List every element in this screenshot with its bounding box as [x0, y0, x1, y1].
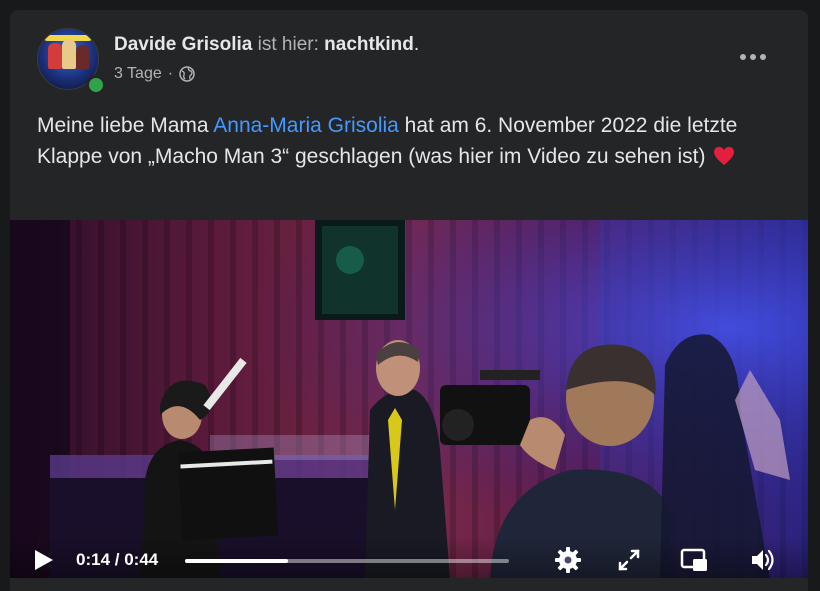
video-time: 0:14 / 0:44 — [76, 550, 158, 570]
progress-bar[interactable] — [185, 559, 509, 563]
progress-fill — [185, 559, 289, 563]
video-player[interactable]: 0:14 / 0:44 — [10, 220, 808, 578]
meta-separator: · — [167, 65, 174, 82]
online-status-indicator — [86, 75, 106, 95]
settings-icon[interactable] — [553, 545, 583, 575]
checkin-text: ist hier: — [257, 34, 319, 55]
globe-icon[interactable] — [179, 66, 195, 82]
mention-link[interactable]: Anna-Maria Grisolia — [213, 114, 399, 137]
volume-icon[interactable] — [748, 545, 778, 575]
current-time: 0:14 — [76, 550, 111, 569]
heart-icon — [714, 146, 735, 166]
more-dot-icon — [760, 54, 766, 60]
video-controls: 0:14 / 0:44 — [10, 536, 808, 578]
post-header: Davide Grisolia ist hier: nachtkind. 3 T… — [10, 10, 808, 110]
place-suffix: . — [413, 34, 420, 55]
post-timestamp[interactable]: 3 Tage — [114, 65, 162, 83]
post-card: Davide Grisolia ist hier: nachtkind. 3 T… — [10, 10, 808, 591]
post-footer-edge — [10, 578, 808, 591]
checkin-place[interactable]: nachtkind — [324, 34, 414, 55]
play-icon[interactable] — [32, 548, 56, 572]
duration: 0:44 — [124, 550, 159, 569]
post-text-part1: Meine liebe Mama — [37, 114, 214, 137]
fullscreen-icon[interactable] — [614, 545, 644, 575]
picture-in-picture-icon[interactable] — [679, 545, 709, 575]
post-text: Meine liebe Mama Anna-Maria Grisolia hat… — [37, 110, 787, 172]
time-separator: / — [110, 550, 125, 569]
more-options-button[interactable] — [733, 45, 773, 69]
author-name[interactable]: Davide Grisolia — [114, 34, 252, 55]
post-author-line: Davide Grisolia ist hier: nachtkind. — [114, 33, 419, 57]
more-dot-icon — [740, 54, 746, 60]
more-dot-icon — [750, 54, 756, 60]
video-frame — [10, 220, 808, 578]
post-meta: 3 Tage · — [114, 65, 195, 83]
